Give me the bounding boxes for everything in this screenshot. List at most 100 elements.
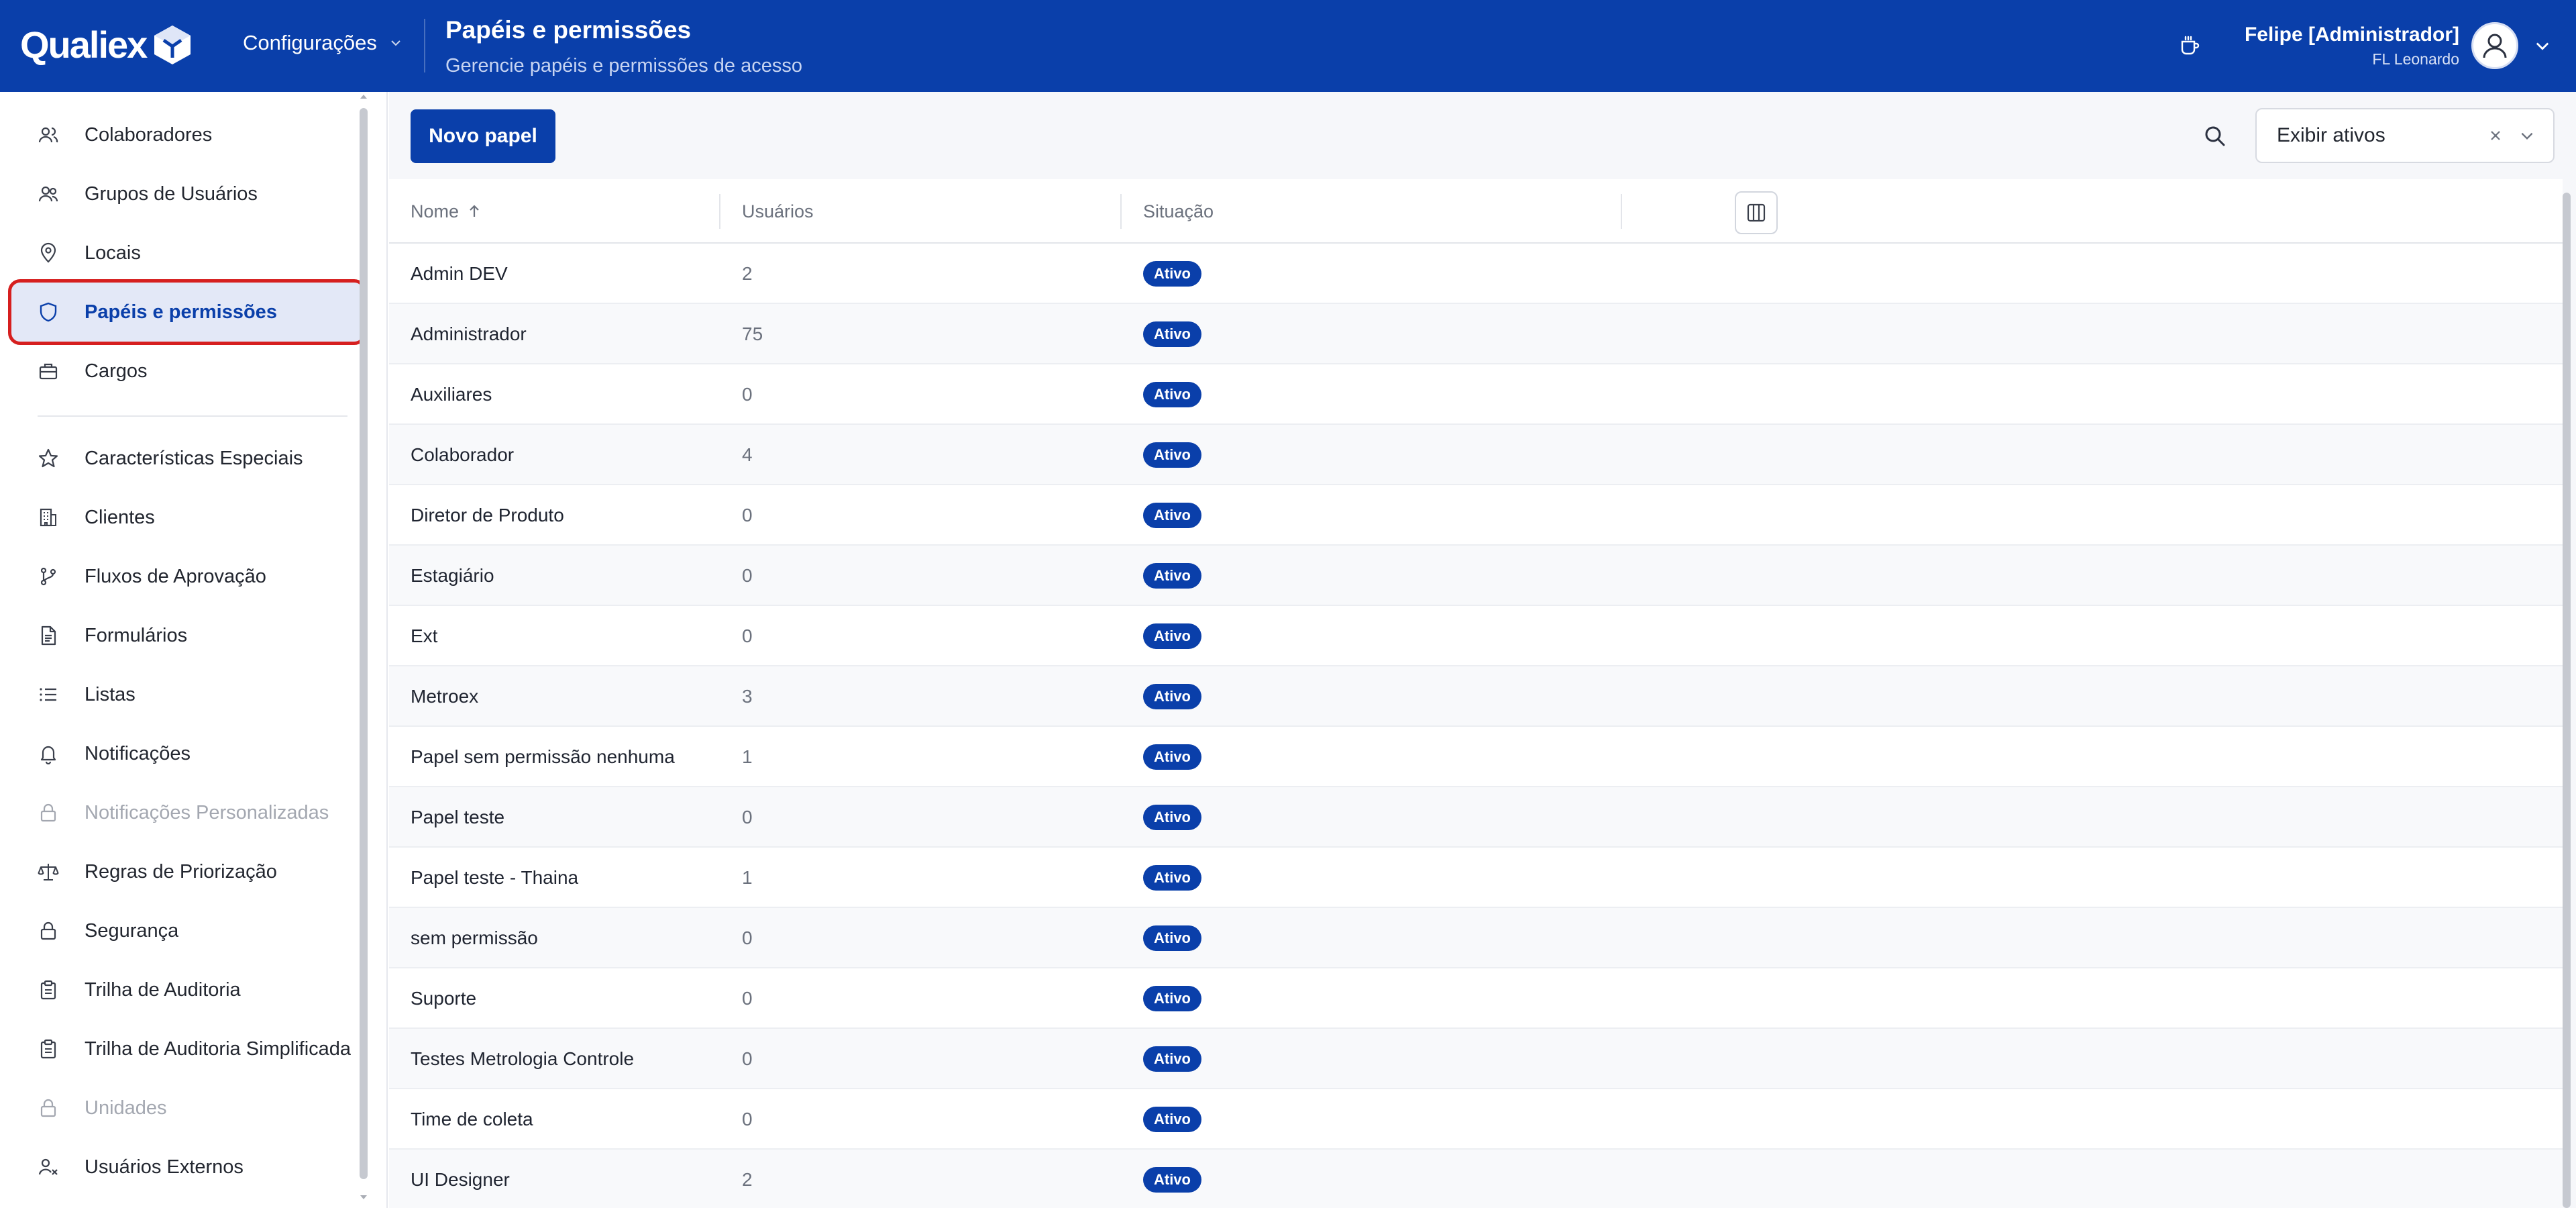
sidebar-item-cargos[interactable]: Cargos — [9, 342, 365, 401]
table-row[interactable]: UI Designer 2 Ativo — [389, 1150, 2563, 1208]
cell-name: Papel teste - Thaina — [411, 867, 579, 888]
table-row[interactable]: Papel teste 0 Ativo — [389, 787, 2563, 848]
header-divider — [424, 19, 425, 72]
coffee-icon[interactable] — [2178, 34, 2202, 58]
lock-icon — [40, 803, 56, 822]
cell-status: Ativo — [1143, 666, 1201, 727]
table-row[interactable]: sem permissão 0 Ativo — [389, 908, 2563, 968]
sidebar-divider — [38, 415, 347, 417]
main-scrollbar[interactable] — [2563, 193, 2571, 1208]
building-icon — [40, 508, 56, 527]
cell-name: Auxiliares — [411, 384, 492, 405]
table-row[interactable]: Estagiário 0 Ativo — [389, 546, 2563, 606]
cell-name: UI Designer — [411, 1169, 510, 1190]
cell-status: Ativo — [1143, 546, 1201, 606]
sidebar-item-label: Listas — [85, 683, 136, 705]
clipboard-icon — [40, 980, 56, 1000]
column-divider[interactable] — [719, 194, 720, 229]
new-role-button[interactable]: Novo papel — [411, 109, 555, 163]
cell-status: Ativo — [1143, 364, 1201, 425]
scroll-down-icon[interactable] — [358, 1193, 370, 1202]
cell-name: Papel teste — [411, 807, 505, 827]
sidebar-item-listas[interactable]: Listas — [9, 665, 365, 724]
close-icon[interactable] — [2487, 128, 2504, 144]
avatar[interactable] — [2471, 22, 2518, 69]
chevron-down-icon[interactable] — [2518, 127, 2536, 144]
cell-users: 75 — [742, 323, 763, 344]
sidebar-item-fluxos-aprovacao[interactable]: Fluxos de Aprovação — [9, 547, 365, 606]
sidebar-item-formularios[interactable]: Formulários — [9, 606, 365, 665]
column-header-situacao[interactable]: Situação — [1143, 179, 1214, 244]
scroll-up-icon[interactable] — [358, 92, 370, 101]
cell-status: Ativo — [1143, 727, 1201, 787]
sidebar-item-regras-priorizacao[interactable]: Regras de Priorização — [9, 842, 365, 901]
column-divider[interactable] — [1621, 194, 1622, 229]
sidebar-item-locais[interactable]: Locais — [9, 223, 365, 283]
cell-name: Ext — [411, 625, 438, 646]
table-row[interactable]: Ext 0 Ativo — [389, 606, 2563, 666]
sidebar-item-label: Características Especiais — [85, 447, 303, 469]
cell-users: 4 — [742, 444, 753, 465]
table-row[interactable]: Papel sem permissão nenhuma 1 Ativo — [389, 727, 2563, 787]
table-row[interactable]: Time de coleta 0 Ativo — [389, 1089, 2563, 1150]
map-pin-icon — [40, 242, 56, 263]
column-header-nome[interactable]: Nome — [411, 179, 483, 244]
cell-status: Ativo — [1143, 1089, 1201, 1150]
cell-name: Testes Metrologia Controle — [411, 1048, 635, 1069]
sidebar-item-label: Regras de Priorização — [85, 860, 277, 883]
lock-icon — [40, 921, 56, 940]
sidebar-item-notificacoes-personalizadas[interactable]: Notificações Personalizadas — [9, 783, 365, 842]
sidebar-item-label: Fluxos de Aprovação — [85, 565, 266, 587]
shield-icon — [40, 302, 57, 322]
sidebar-item-notificacoes[interactable]: Notificações — [9, 724, 365, 783]
table-row[interactable]: Auxiliares 0 Ativo — [389, 364, 2563, 425]
sidebar-item-grupos-usuarios[interactable]: Grupos de Usuários — [9, 164, 365, 223]
chevron-down-icon — [391, 40, 400, 46]
sidebar-item-clientes[interactable]: Clientes — [9, 488, 365, 547]
sidebar-item-label: Colaboradores — [85, 123, 213, 146]
table-row[interactable]: Diretor de Produto 0 Ativo — [389, 485, 2563, 546]
user-name: Felipe [Administrador] — [2244, 23, 2459, 46]
cell-status: Ativo — [1143, 787, 1201, 848]
cell-users: 3 — [742, 686, 753, 707]
table-row[interactable]: Metroex 3 Ativo — [389, 666, 2563, 727]
table-row[interactable]: Suporte 0 Ativo — [389, 968, 2563, 1029]
user-menu-chevron-icon[interactable] — [2533, 36, 2552, 55]
column-divider[interactable] — [1120, 194, 1122, 229]
table-row[interactable]: Administrador 75 Ativo — [389, 304, 2563, 364]
sidebar-item-unidades[interactable]: Unidades — [9, 1078, 365, 1138]
status-badge: Ativo — [1143, 683, 1201, 710]
status-badge: Ativo — [1143, 502, 1201, 529]
status-filter-select[interactable]: Exibir ativos — [2255, 108, 2555, 163]
app-logo[interactable]: Qualiex — [20, 23, 193, 67]
table-row[interactable]: Admin DEV 2 Ativo — [389, 244, 2563, 304]
status-badge: Ativo — [1143, 260, 1201, 287]
status-badge: Ativo — [1143, 744, 1201, 770]
clipboard-icon — [40, 1039, 56, 1059]
table-row[interactable]: Colaborador 4 Ativo — [389, 425, 2563, 485]
cell-users: 1 — [742, 746, 753, 767]
page-title: Papéis e permissões — [445, 16, 692, 44]
sidebar-item-papeis-permissoes[interactable]: Papéis e permissões — [9, 283, 365, 342]
table-row[interactable]: Testes Metrologia Controle 0 Ativo — [389, 1029, 2563, 1089]
sidebar-item-seguranca[interactable]: Segurança — [9, 901, 365, 960]
cell-status: Ativo — [1143, 244, 1201, 304]
column-settings-button[interactable] — [1735, 191, 1778, 234]
sidebar-item-colaboradores[interactable]: Colaboradores — [9, 105, 365, 164]
sidebar-scrollbar[interactable] — [360, 108, 368, 1179]
user-info[interactable]: Felipe [Administrador] FL Leonardo — [2245, 23, 2459, 68]
sidebar-item-trilha-auditoria[interactable]: Trilha de Auditoria — [9, 960, 365, 1019]
cell-status: Ativo — [1143, 1150, 1201, 1208]
status-badge: Ativo — [1143, 925, 1201, 952]
cell-users: 2 — [742, 1169, 753, 1190]
roles-table: Nome Usuários Situação Admin DEV 2 Ativo Ad… — [389, 179, 2563, 1208]
cell-name: Colaborador — [411, 444, 515, 465]
sidebar-item-usuarios-externos[interactable]: Usuários Externos — [9, 1138, 365, 1197]
module-selector[interactable]: Configurações — [243, 31, 404, 55]
column-header-usuarios[interactable]: Usuários — [742, 179, 814, 244]
table-row[interactable]: Papel teste - Thaina 1 Ativo — [389, 848, 2563, 908]
search-icon[interactable] — [2200, 121, 2230, 151]
sidebar-item-caracteristicas-especiais[interactable]: Características Especiais — [9, 429, 365, 488]
sidebar-item-trilha-auditoria-simplificada[interactable]: Trilha de Auditoria Simplificada — [9, 1019, 365, 1078]
table-header: Nome Usuários Situação — [389, 179, 2563, 244]
